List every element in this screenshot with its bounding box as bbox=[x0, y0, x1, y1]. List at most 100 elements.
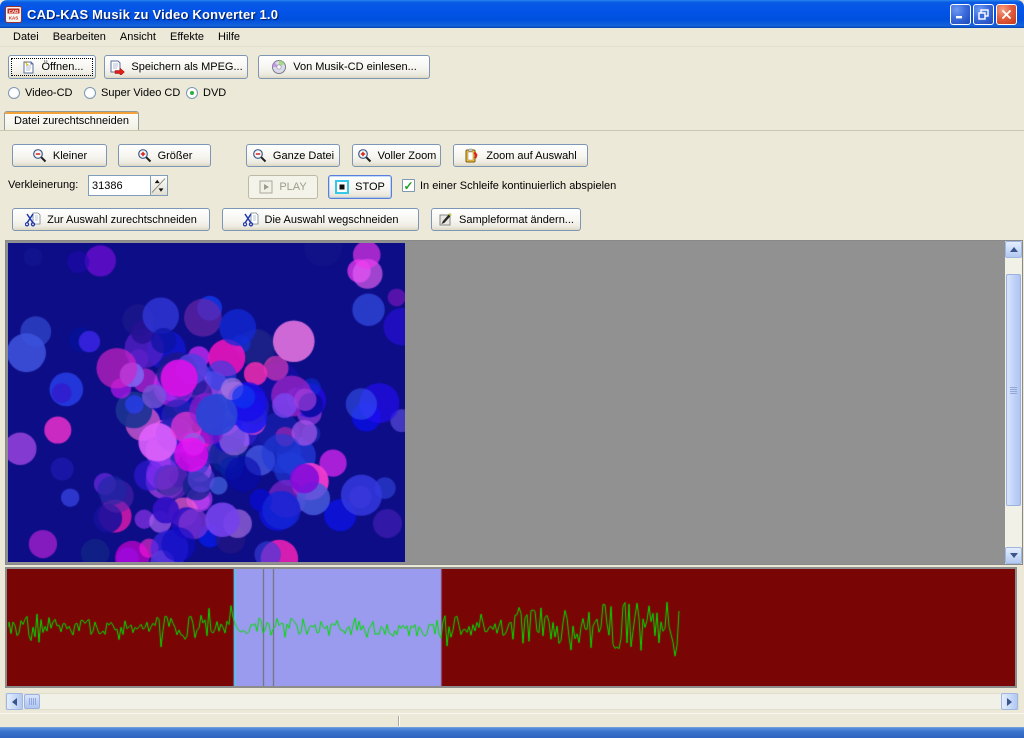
waveform-canvas[interactable] bbox=[7, 569, 1015, 686]
thumb-grip bbox=[1010, 387, 1017, 394]
preview-empty-area bbox=[405, 243, 1003, 562]
sampleformat-button[interactable]: Sampleformat ändern... bbox=[431, 208, 581, 231]
zoom-auf-auswahl-label: Zoom auf Auswahl bbox=[486, 150, 577, 162]
scroll-up-button[interactable] bbox=[1005, 241, 1022, 258]
voller-zoom-label: Voller Zoom bbox=[378, 150, 437, 162]
restore-icon bbox=[978, 9, 989, 20]
scroll-left-button[interactable] bbox=[6, 693, 23, 710]
radio-dvd-label: DVD bbox=[203, 87, 226, 99]
verkleinerung-field bbox=[88, 175, 168, 196]
window-controls bbox=[950, 4, 1019, 25]
window-title: CAD-KAS Musik zu Video Konverter 1.0 bbox=[27, 7, 278, 22]
loop-checkbox-label: In einer Schleife kontinuierlich abspiel… bbox=[420, 180, 616, 192]
minimize-icon bbox=[955, 9, 966, 20]
statusbar bbox=[0, 713, 1024, 727]
radio-indicator bbox=[8, 87, 20, 99]
vertical-scroll-thumb[interactable] bbox=[1006, 274, 1021, 506]
close-icon bbox=[1001, 9, 1012, 20]
video-preview-image bbox=[8, 243, 405, 562]
minimize-button[interactable] bbox=[950, 4, 971, 25]
restore-button[interactable] bbox=[973, 4, 994, 25]
tab-label: Datei zurechtschneiden bbox=[14, 115, 129, 127]
tabbar: Datei zurechtschneiden bbox=[0, 111, 1024, 130]
taskbar-strip bbox=[0, 727, 1024, 738]
scissors-page-icon bbox=[25, 212, 41, 227]
kleiner-label: Kleiner bbox=[53, 150, 87, 162]
scroll-right-button[interactable] bbox=[1001, 693, 1018, 710]
radio-indicator bbox=[84, 87, 96, 99]
stop-button[interactable]: STOP bbox=[328, 175, 392, 199]
ganze-datei-button[interactable]: Ganze Datei bbox=[246, 144, 340, 167]
app-icon: CAD KAS bbox=[5, 6, 22, 23]
chevron-up-icon bbox=[1010, 247, 1018, 252]
radio-video-cd[interactable]: Video-CD bbox=[8, 84, 73, 102]
chevron-left-icon bbox=[12, 698, 17, 706]
scissors-page-icon bbox=[243, 212, 259, 227]
loop-checkbox-row[interactable]: ✓ In einer Schleife kontinuierlich abspi… bbox=[402, 179, 616, 192]
thumb-grip bbox=[29, 698, 36, 705]
stop-icon bbox=[335, 180, 349, 194]
read-cd-button-label: Von Musik-CD einlesen... bbox=[293, 61, 417, 73]
sampleformat-label: Sampleformat ändern... bbox=[459, 214, 574, 226]
radio-video-cd-label: Video-CD bbox=[25, 87, 73, 99]
tabpage-border bbox=[0, 130, 1024, 131]
menu-bearbeiten[interactable]: Bearbeiten bbox=[46, 29, 113, 45]
play-label: PLAY bbox=[279, 181, 306, 193]
close-button[interactable] bbox=[996, 4, 1017, 25]
save-mpeg-button[interactable]: Speichern als MPEG... bbox=[104, 55, 248, 79]
open-button[interactable]: Öffnen... bbox=[8, 55, 96, 79]
spinner-updown[interactable] bbox=[150, 176, 167, 195]
play-icon bbox=[259, 180, 273, 194]
chevron-down-icon bbox=[1010, 553, 1018, 558]
svg-text:CAD: CAD bbox=[9, 9, 19, 14]
zoom-auf-auswahl-button[interactable]: Zoom auf Auswahl bbox=[453, 144, 588, 167]
verkleinerung-input[interactable] bbox=[89, 176, 150, 195]
menu-effekte[interactable]: Effekte bbox=[163, 29, 211, 45]
zoom-out-icon bbox=[32, 148, 47, 163]
radio-dvd[interactable]: DVD bbox=[186, 84, 226, 102]
auswahl-wegschneiden-label: Die Auswahl wegschneiden bbox=[265, 214, 399, 226]
ganze-datei-label: Ganze Datei bbox=[273, 150, 334, 162]
horizontal-scroll-thumb[interactable] bbox=[24, 694, 40, 709]
edit-toolbar: Zur Auswahl zurechtschneiden Die Auswahl… bbox=[0, 208, 1024, 232]
groesser-button[interactable]: Größer bbox=[118, 144, 211, 167]
menu-datei[interactable]: Datei bbox=[6, 29, 46, 45]
stop-label: STOP bbox=[355, 181, 385, 193]
zur-auswahl-label: Zur Auswahl zurechtschneiden bbox=[47, 214, 197, 226]
waveform-horizontal-scrollbar[interactable] bbox=[5, 693, 1019, 710]
playback-row: Verkleinerung: PLAY STOP ✓ In bbox=[0, 175, 1024, 199]
kleiner-button[interactable]: Kleiner bbox=[12, 144, 107, 167]
zoom-out-icon bbox=[252, 148, 267, 163]
voller-zoom-button[interactable]: Voller Zoom bbox=[352, 144, 441, 167]
zoom-in-icon bbox=[357, 148, 372, 163]
preview-panel bbox=[5, 240, 1023, 565]
preview-vertical-scrollbar[interactable] bbox=[1005, 241, 1022, 564]
open-icon bbox=[21, 60, 36, 75]
zur-auswahl-zurechtschneiden-button[interactable]: Zur Auswahl zurechtschneiden bbox=[12, 208, 210, 231]
menubar: Datei Bearbeiten Ansicht Effekte Hilfe bbox=[0, 28, 1024, 47]
clipboard-arrow-icon bbox=[464, 148, 480, 164]
zoom-toolbar: Kleiner Größer Ganze Datei bbox=[0, 144, 1024, 168]
svg-text:KAS: KAS bbox=[9, 15, 18, 20]
auswahl-wegschneiden-button[interactable]: Die Auswahl wegschneiden bbox=[222, 208, 419, 231]
app-window: CAD KAS CAD-KAS Musik zu Video Konverter… bbox=[0, 0, 1024, 738]
tab-datei-zurechtschneiden[interactable]: Datei zurechtschneiden bbox=[4, 111, 139, 130]
scroll-down-button[interactable] bbox=[1005, 547, 1022, 564]
groesser-label: Größer bbox=[158, 150, 193, 162]
save-mpeg-button-label: Speichern als MPEG... bbox=[131, 61, 242, 73]
radio-super-video-cd-label: Super Video CD bbox=[101, 87, 180, 99]
format-options: Video-CD Super Video CD DVD bbox=[0, 84, 1024, 102]
chevron-right-icon bbox=[1007, 698, 1012, 706]
main-toolbar: Öffnen... Speichern als MPEG... Von Musi… bbox=[0, 55, 1024, 79]
statusbar-divider bbox=[398, 716, 399, 726]
radio-super-video-cd[interactable]: Super Video CD bbox=[84, 84, 180, 102]
menu-ansicht[interactable]: Ansicht bbox=[113, 29, 163, 45]
play-button[interactable]: PLAY bbox=[248, 175, 318, 199]
loop-checkbox[interactable]: ✓ bbox=[402, 179, 415, 192]
read-cd-button[interactable]: Von Musik-CD einlesen... bbox=[258, 55, 430, 79]
menu-hilfe[interactable]: Hilfe bbox=[211, 29, 247, 45]
radio-indicator-selected bbox=[186, 87, 198, 99]
zoom-in-icon bbox=[137, 148, 152, 163]
titlebar: CAD KAS CAD-KAS Musik zu Video Konverter… bbox=[0, 0, 1024, 28]
cd-icon bbox=[271, 59, 287, 75]
